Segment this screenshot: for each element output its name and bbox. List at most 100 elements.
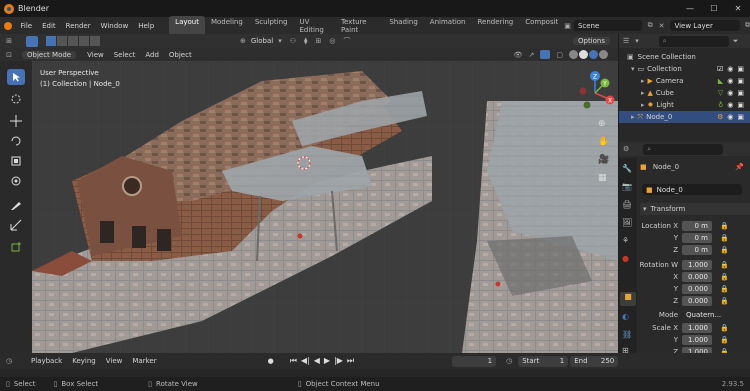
menu-marker[interactable]: Marker (127, 357, 161, 365)
constraints-tab-icon[interactable]: ⛓ (622, 330, 632, 339)
camera-render-icon[interactable]: ▣ (737, 113, 744, 121)
properties-editor-icon[interactable]: ⚙ (623, 145, 629, 153)
eye-icon[interactable]: ◉ (727, 113, 733, 121)
wireframe-shading-icon[interactable] (569, 50, 578, 59)
rotation-w-field[interactable]: 1.000 (682, 260, 712, 270)
scale-x-field[interactable]: 1.000 (682, 323, 712, 333)
new-scene-icon[interactable]: ⧉ (648, 21, 653, 30)
menu-window[interactable]: Window (96, 22, 134, 30)
output-tab-icon[interactable]: 🖨 (622, 200, 632, 209)
outliner-search-input[interactable]: ⌕ (658, 35, 729, 47)
menu-keying[interactable]: Keying (67, 357, 101, 365)
object-tab-icon[interactable]: ■ (620, 292, 636, 306)
preview-range-icon[interactable]: ◷ (506, 357, 512, 365)
next-key-icon[interactable]: |▶ (334, 356, 343, 366)
tab-compositing[interactable]: Composit (519, 16, 564, 36)
outliner-item-cube[interactable]: ▸ ▲ Cube ▽ ◉ ▣ (619, 87, 750, 99)
location-z-field[interactable]: 0 m (682, 245, 712, 255)
rotation-z-field[interactable]: 0.000 (682, 296, 712, 306)
xray-icon[interactable]: ▢ (556, 51, 563, 59)
rotation-x-field[interactable]: 0.000 (682, 272, 712, 282)
camera-view-icon[interactable]: 🎥 (598, 155, 609, 165)
rendered-shading-icon[interactable] (599, 50, 608, 59)
camera-render-icon[interactable]: ▣ (737, 77, 744, 85)
menu-help[interactable]: Help (133, 22, 159, 30)
play-reverse-icon[interactable]: ◀ (314, 356, 320, 366)
mode-extend-icon[interactable] (57, 36, 67, 46)
scale-y-field[interactable]: 1.000 (682, 335, 712, 345)
menu-view[interactable]: View (82, 51, 109, 59)
orientation-dropdown[interactable]: Global (246, 37, 278, 45)
tab-layout[interactable]: Layout (169, 15, 205, 36)
menu-select[interactable]: Select (109, 51, 141, 59)
maximize-icon[interactable]: ☐ (702, 4, 726, 13)
lock-icon[interactable]: 🔒 (720, 324, 729, 332)
outliner-item-node0[interactable]: ▸ ⤧ Node_0 ⚙ ◉ ▣ (619, 111, 750, 123)
scene-tab-icon[interactable]: ⚘ (622, 236, 629, 245)
expand-arrow-icon[interactable]: ▾ (631, 65, 635, 73)
mode-invert-icon[interactable] (79, 36, 89, 46)
scene-selector[interactable]: Scene (573, 20, 642, 31)
cursor-tool-button[interactable] (7, 91, 25, 107)
outliner-item-collection[interactable]: ▾ ▭ Collection ☑ ◉ ▣ (619, 63, 750, 75)
rotation-mode-dropdown[interactable]: Quatern... (682, 310, 722, 320)
eye-icon[interactable]: ◉ (727, 101, 733, 109)
navigation-gizmo[interactable]: Z Y X (575, 69, 615, 113)
view-layer-selector[interactable]: View Layer (670, 20, 740, 31)
expand-arrow-icon[interactable]: ▸ (641, 89, 645, 97)
outliner-scene-collection[interactable]: ▣ Scene Collection (619, 51, 750, 63)
pivot-icon[interactable]: ⚇ (290, 37, 296, 45)
play-icon[interactable]: ▶ (324, 356, 330, 366)
lock-icon[interactable]: 🔒 (720, 261, 729, 269)
falloff-icon[interactable]: ⌒ (343, 36, 350, 46)
options-dropdown[interactable]: Options (572, 37, 610, 45)
expand-arrow-icon[interactable]: ▸ (641, 77, 645, 85)
overlays-icon[interactable] (540, 50, 551, 59)
solid-shading-icon[interactable] (579, 50, 588, 59)
outliner-item-camera[interactable]: ▸ ▶ Camera ◣ ◉ ▣ (619, 75, 750, 87)
camera-render-icon[interactable]: ▣ (737, 65, 744, 73)
transform-tool-button[interactable] (7, 173, 25, 189)
outliner-filter-icon[interactable]: ⏷ (733, 37, 739, 46)
close-icon[interactable]: ✕ (726, 4, 750, 13)
scale-tool-button[interactable] (7, 153, 25, 169)
prev-key-icon[interactable]: ◀| (301, 356, 310, 366)
eye-icon[interactable]: ◉ (727, 77, 733, 85)
location-y-field[interactable]: 0 m (682, 233, 712, 243)
menu-object[interactable]: Object (164, 51, 197, 59)
lock-icon[interactable]: 🔒 (720, 336, 729, 344)
tab-texture-paint[interactable]: Texture Paint (335, 16, 383, 36)
select-mode-icon[interactable] (26, 35, 38, 47)
menu-playback[interactable]: Playback (26, 357, 67, 365)
world-tab-icon[interactable]: ● (622, 254, 629, 263)
lock-icon[interactable]: 🔒 (720, 222, 729, 230)
end-frame-field[interactable]: End 250 (570, 355, 619, 367)
editor-type-icon[interactable]: ⊡ (0, 51, 18, 59)
outliner-item-light[interactable]: ▸ ✹ Light ♁ ◉ ▣ (619, 99, 750, 111)
expand-arrow-icon[interactable]: ▸ (631, 113, 635, 121)
zoom-icon[interactable]: ⊕ (598, 119, 606, 129)
transform-panel-header[interactable]: ▾ Transform (640, 203, 750, 215)
expand-arrow-icon[interactable]: ▸ (641, 101, 645, 109)
filter-icon[interactable]: ▾ (635, 37, 639, 45)
start-frame-field[interactable]: Start 1 (518, 355, 569, 367)
object-name-input[interactable]: ■ Node_0 (642, 184, 742, 195)
outliner-editor-icon[interactable]: ☰ (623, 37, 629, 45)
timeline-editor-icon[interactable]: ◷ (0, 357, 18, 365)
physics-tab-icon[interactable]: ◐ (622, 312, 629, 321)
snap-target-icon[interactable]: ⊞ (315, 37, 321, 45)
current-frame-field[interactable]: 1 (452, 355, 497, 367)
rotation-y-field[interactable]: 0.000 (682, 284, 712, 294)
move-tool-button[interactable] (7, 113, 25, 129)
view-layer-tab-icon[interactable]: 🖼 (622, 218, 632, 227)
material-shading-icon[interactable] (589, 50, 598, 59)
minimize-icon[interactable]: — (678, 4, 702, 13)
pin-icon[interactable]: 📌 (735, 163, 744, 171)
new-view-layer-icon[interactable]: ⧉ (745, 21, 750, 30)
visibility-icon[interactable]: 👁 (514, 51, 523, 59)
jump-start-icon[interactable]: ⏮ (290, 356, 297, 366)
snap-icon[interactable]: ⧫ (304, 37, 307, 45)
3d-viewport[interactable]: User Perspective (1) Collection | Node_0… (32, 61, 618, 353)
proportional-edit-icon[interactable]: ◎ (329, 37, 335, 45)
lock-icon[interactable]: 🔒 (720, 285, 729, 293)
